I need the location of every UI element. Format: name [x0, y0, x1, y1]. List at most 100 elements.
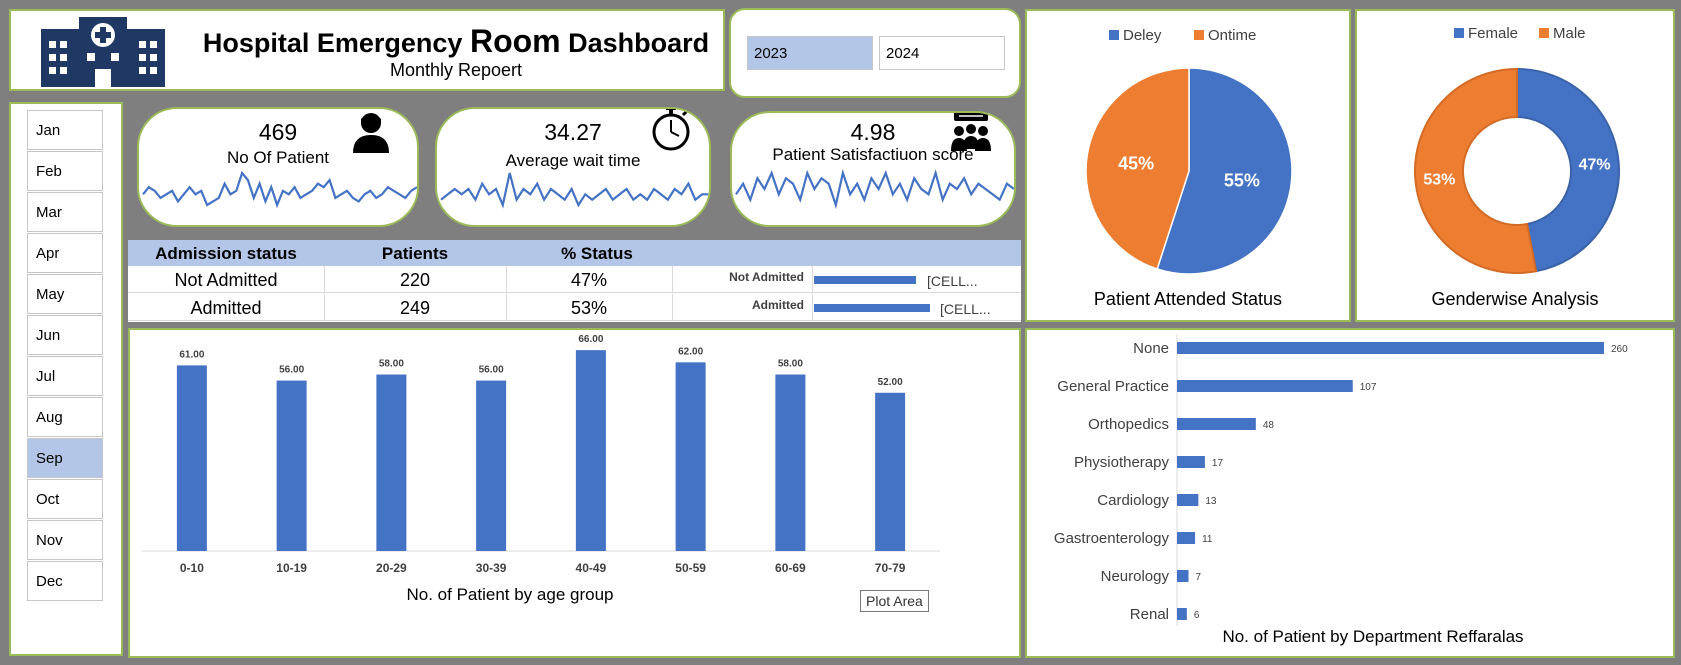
data-label: 56.00	[279, 365, 304, 376]
y-tick-label: Renal	[1130, 606, 1169, 623]
bar-label: Admitted	[752, 298, 804, 312]
sparkline	[440, 172, 709, 209]
x-tick-label: 10-19	[276, 561, 307, 575]
data-label: 62.00	[678, 346, 703, 357]
data-label: 58.00	[778, 359, 803, 370]
percent-cell: 47%	[570, 270, 608, 290]
bar	[1177, 570, 1189, 582]
year-2023-button[interactable]: 2023	[747, 36, 873, 70]
admission-table: Admission status Patients % Status Not A…	[128, 240, 1021, 322]
percent-cell: 53%	[570, 298, 608, 318]
x-tick-label: 50-59	[675, 561, 706, 575]
column-header: % Status	[561, 244, 633, 263]
sparkline-chart	[142, 170, 417, 209]
page-title: Hospital Emergency Room Dashboard	[202, 23, 710, 59]
column-header: Patients	[381, 244, 449, 263]
year-slicer: 2023 2024	[729, 8, 1021, 98]
chart-title: No. of Patient by Department Reffaralas	[1222, 627, 1523, 646]
x-tick-label: 30-39	[476, 561, 507, 575]
audience-icon	[951, 113, 991, 151]
bar	[1177, 456, 1205, 468]
bar	[1177, 608, 1187, 620]
admission-bar	[814, 276, 917, 284]
slice-label: 53%	[1423, 171, 1455, 188]
slice-label: 55%	[1224, 170, 1260, 190]
sparkline-chart	[440, 172, 709, 209]
data-label: 260	[1611, 344, 1628, 355]
month-jun-button[interactable]: Jun	[27, 315, 103, 355]
month-jan-button[interactable]: Jan	[27, 110, 103, 150]
data-label: 48	[1263, 420, 1275, 431]
data-label: 66.00	[578, 334, 603, 345]
x-tick-label: 40-49	[576, 561, 607, 575]
sparkline	[142, 170, 417, 209]
x-tick-label: 70-79	[875, 561, 906, 575]
month-sep-button[interactable]: Sep	[27, 438, 103, 478]
person-icon	[353, 113, 389, 153]
bar	[376, 374, 407, 551]
bar	[1177, 494, 1199, 506]
patients-cell: 220	[399, 270, 431, 290]
kpi-patient-count: 469 No Of Patient	[137, 107, 419, 227]
month-oct-button[interactable]: Oct	[27, 479, 103, 519]
month-mar-button[interactable]: Mar	[27, 192, 103, 232]
attended-status-panel: Deley Ontime 55% 45% Patient Attended Sta…	[1025, 9, 1351, 322]
x-tick-label: 20-29	[376, 561, 407, 575]
data-label: 6	[1194, 610, 1200, 621]
bar	[1177, 532, 1196, 544]
chart-title: Patient Attended Status	[1093, 289, 1283, 309]
data-label: 56.00	[479, 365, 504, 376]
year-2024-button[interactable]: 2024	[879, 36, 1005, 70]
gender-doughnut-chart: 47% 53%	[1414, 67, 1620, 274]
table-header: Admission status Patients % Status	[128, 240, 1021, 266]
cell-ref-label: [CELL...	[940, 301, 991, 317]
slice-label: 45%	[1118, 154, 1154, 174]
month-dec-button[interactable]: Dec	[27, 561, 103, 601]
page-subtitle: Monthly Repoert	[389, 60, 523, 80]
month-may-button[interactable]: May	[27, 274, 103, 314]
kpi-satisfaction: 4.98 Patient Satisfactiuon score	[730, 111, 1016, 227]
y-tick-label: Physiotherapy	[1074, 454, 1170, 471]
bar	[1177, 418, 1256, 430]
hospital-icon	[41, 17, 165, 87]
patients-cell: 249	[399, 298, 431, 318]
table-row: Not Admitted 220 47% Not Admitted [CELL.…	[128, 266, 1021, 293]
data-label: 107	[1360, 382, 1377, 393]
chart-title: No. of Patient by age group	[407, 585, 614, 604]
gender-analysis-panel: Female Male 47% 53% Genderwise Analysis	[1355, 9, 1675, 322]
month-feb-button[interactable]: Feb	[27, 151, 103, 191]
bar	[575, 350, 606, 551]
data-label: 61.00	[179, 349, 204, 360]
month-aug-button[interactable]: Aug	[27, 397, 103, 437]
month-apr-button[interactable]: Apr	[27, 233, 103, 273]
data-label: 17	[1212, 458, 1224, 469]
data-label: 7	[1195, 572, 1201, 583]
bar	[775, 374, 806, 551]
department-referral-bar-chart: None 260 General Practice 107 Orthopedics 48 P…	[1054, 334, 1628, 646]
month-slicer: Jan Feb Mar Apr May Jun Jul Aug Sep Oct Nov Dec	[9, 102, 123, 656]
x-tick-label: 0-10	[180, 561, 204, 575]
data-label: 13	[1205, 496, 1217, 507]
admission-bar	[814, 304, 930, 312]
data-label: 52.00	[878, 377, 903, 388]
data-label: 58.00	[379, 359, 404, 370]
admission-status-cell: Admitted	[190, 298, 262, 318]
y-tick-label: Gastroenterology	[1054, 530, 1170, 547]
y-tick-label: Cardiology	[1097, 492, 1169, 509]
bar-label: Not Admitted	[729, 270, 804, 284]
plot-area-tooltip: Plot Area	[860, 590, 929, 612]
month-nov-button[interactable]: Nov	[27, 520, 103, 560]
sparkline-chart	[735, 169, 1014, 210]
sparkline	[735, 169, 1014, 210]
bar	[476, 380, 507, 551]
kpi-label: Average wait time	[505, 151, 641, 170]
department-referral-panel: None 260 General Practice 107 Orthopedics 48 P…	[1025, 328, 1675, 658]
y-tick-label: Neurology	[1101, 568, 1170, 585]
cell-ref-label: [CELL...	[927, 273, 978, 289]
month-jul-button[interactable]: Jul	[27, 356, 103, 396]
chart-title: Genderwise Analysis	[1431, 289, 1599, 309]
y-tick-label: General Practice	[1057, 378, 1169, 395]
table-row: Admitted 249 53% Admitted [CELL...	[128, 294, 1021, 321]
title-panel: Hospital Emergency Room Dashboard Monthl…	[9, 9, 725, 91]
y-tick-label: None	[1133, 340, 1169, 357]
